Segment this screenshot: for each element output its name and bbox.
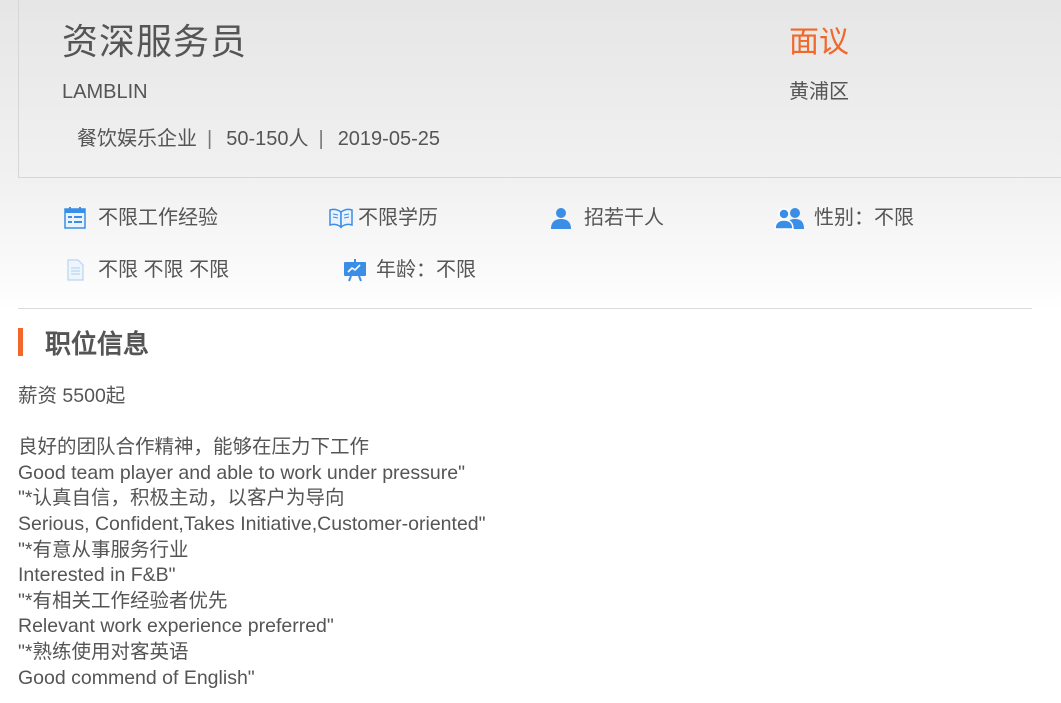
requirement-gender: 性别：不限 xyxy=(774,205,914,231)
presentation-board-icon xyxy=(342,257,368,283)
job-detail-page: 资深服务员 LAMBLIN 餐饮娱乐企业 | 50-150人 | 2019-05-25 … xyxy=(0,0,1061,703)
section-divider xyxy=(18,308,1032,309)
requirement-age-label: 年龄：不限 xyxy=(376,259,476,281)
job-meta-row: 餐饮娱乐企业 | 50-150人 | 2019-05-25 xyxy=(77,126,440,152)
description-line: Interested in F&B" xyxy=(18,564,176,587)
industry-text: 餐饮娱乐企业 xyxy=(77,128,197,150)
requirement-misc-label: 不限 不限 不限 xyxy=(98,259,230,281)
requirement-education-label: 不限学历 xyxy=(358,207,438,229)
description-line: "*有相关工作经验者优先 xyxy=(18,589,228,612)
description-line: "*认真自信，积极主动，以客户为导向 xyxy=(18,487,345,510)
company-name[interactable]: LAMBLIN xyxy=(62,79,148,105)
requirement-misc: 不限 不限 不限 xyxy=(62,257,229,283)
requirement-experience-label: 不限工作经验 xyxy=(98,207,218,229)
meta-separator: | xyxy=(207,128,213,150)
job-description: 薪资 5500起 良好的团队合作精神，能够在压力下工作 Good team pl… xyxy=(18,384,486,691)
post-date-text: 2019-05-25 xyxy=(337,128,440,150)
district-text: 黄浦区 xyxy=(789,81,849,103)
requirement-age: 年龄：不限 xyxy=(342,257,476,283)
section-accent-bar xyxy=(18,328,23,356)
description-line: 良好的团队合作精神，能够在压力下工作 xyxy=(18,436,370,459)
description-salary-line: 薪资 5500起 xyxy=(18,385,126,407)
job-header-card: 资深服务员 LAMBLIN 餐饮娱乐企业 | 50-150人 | 2019-05-25 … xyxy=(18,0,1061,178)
description-line: Serious, Confident,Takes Initiative,Cust… xyxy=(18,512,486,535)
calendar-icon xyxy=(62,205,88,231)
people-icon xyxy=(774,205,806,231)
description-spacer xyxy=(18,410,486,436)
description-line: "*有意从事服务行业 xyxy=(18,538,189,561)
description-line: Good team player and able to work under … xyxy=(18,461,466,484)
salary-text: 面议 xyxy=(789,26,849,59)
person-icon xyxy=(548,205,574,231)
meta-separator: | xyxy=(318,128,324,150)
section-title: 职位信息 xyxy=(45,328,150,359)
requirement-headcount-label: 招若干人 xyxy=(584,207,664,229)
job-title: 资深服务员 xyxy=(62,21,248,62)
requirement-education: 不限学历 xyxy=(328,205,438,231)
requirement-experience: 不限工作经验 xyxy=(62,205,218,231)
document-icon xyxy=(62,257,88,283)
requirement-headcount: 招若干人 xyxy=(548,205,664,231)
description-line: Good commend of English" xyxy=(18,666,255,689)
description-line: "*熟练使用对客英语 xyxy=(18,640,189,663)
company-size-text: 50-150人 xyxy=(226,128,309,150)
requirement-gender-label: 性别：不限 xyxy=(814,207,914,229)
open-book-icon xyxy=(328,205,354,231)
description-line: Relevant work experience preferred" xyxy=(18,615,334,638)
section-header: 职位信息 xyxy=(18,326,150,359)
